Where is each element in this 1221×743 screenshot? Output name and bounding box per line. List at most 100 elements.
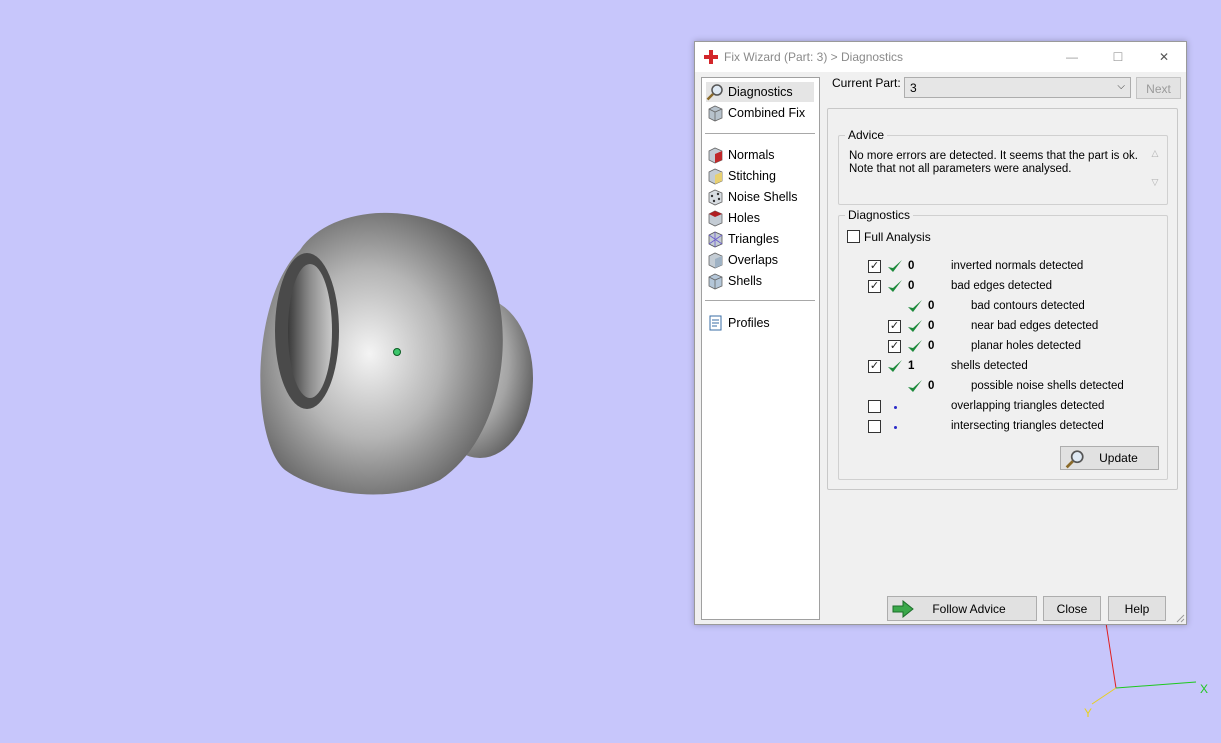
axis-x-label: X <box>1200 682 1209 696</box>
update-button[interactable]: Update <box>1060 446 1159 470</box>
close-button[interactable]: Close <box>1043 596 1101 621</box>
near-bad-edges-label: near bad edges detected <box>971 320 1099 332</box>
advice-group: Advice No more errors are detected. It s… <box>838 128 1168 205</box>
diagnostics-title: Diagnostics <box>845 208 914 222</box>
holes-icon <box>708 210 723 227</box>
triangles-icon <box>708 231 723 248</box>
axis-triad-svg <box>1091 622 1197 705</box>
dialog-title: Fix Wizard (Part: 3) > Diagnostics <box>724 50 904 64</box>
green-check-icon <box>888 280 902 292</box>
model-pivot-point <box>393 348 401 356</box>
nav-item-overlaps[interactable]: Overlaps <box>706 250 814 270</box>
advice-line: Note that not all parameters were analys… <box>849 163 1072 175</box>
noise-shells-count: 0 <box>928 380 935 392</box>
planar-holes-label: planar holes detected <box>971 340 1081 352</box>
advice-scrollbar[interactable]: △ ▽ <box>1148 148 1162 198</box>
near-bad-edges-checkbox[interactable]: ✓ <box>888 320 901 333</box>
bad-contours-label: bad contours detected <box>971 300 1085 312</box>
shells-checkbox[interactable]: ✓ <box>868 360 881 373</box>
overlapping-triangles-checkbox[interactable] <box>868 400 881 413</box>
maximize-icon: ☐ <box>1112 50 1124 64</box>
nav-item-label: Stitching <box>728 169 776 183</box>
scroll-down-icon[interactable]: ▽ <box>1148 177 1162 188</box>
axis-triad: X Y <box>1078 618 1218 731</box>
minimize-icon: — <box>1066 50 1078 64</box>
bad-edges-count: 0 <box>908 280 915 292</box>
nav-item-label: Holes <box>728 211 760 225</box>
current-part-select[interactable]: 3 ⌵ <box>904 77 1131 98</box>
shells-count: 1 <box>908 360 915 372</box>
planar-holes-checkbox[interactable]: ✓ <box>888 340 901 353</box>
nav-item-label: Diagnostics <box>728 85 793 99</box>
nav-item-label: Triangles <box>728 232 779 246</box>
advice-text: No more errors are detected. It seems th… <box>849 150 1149 176</box>
maximize-button[interactable]: ☐ <box>1095 42 1141 72</box>
noise-shells-icon <box>708 189 723 206</box>
bad-contours-count: 0 <box>928 300 935 312</box>
dialog-titlebar[interactable]: Fix Wizard (Part: 3) > Diagnostics — ☐ ✕ <box>695 42 1186 72</box>
axis-y-label: Y <box>1084 706 1093 720</box>
magnifier-icon <box>1065 450 1084 469</box>
planar-holes-count: 0 <box>928 340 935 352</box>
nav-item-normals[interactable]: Normals <box>706 145 814 165</box>
inverted-normals-checkbox[interactable]: ✓ <box>868 260 881 273</box>
full-analysis-checkbox[interactable] <box>847 230 860 243</box>
part-3d-model[interactable] <box>0 0 600 560</box>
nav-item-label: Normals <box>728 148 775 162</box>
stitching-icon <box>708 168 723 185</box>
overlapping-triangles-label: overlapping triangles detected <box>951 400 1105 412</box>
minimize-button[interactable]: — <box>1049 42 1095 72</box>
magnifier-icon <box>706 84 723 101</box>
nav-item-triangles[interactable]: Triangles <box>706 229 814 249</box>
current-part-value: 3 <box>910 81 917 95</box>
green-check-icon <box>908 380 922 392</box>
update-label: Update <box>1099 451 1138 465</box>
profiles-icon <box>709 315 722 331</box>
resize-grip-icon[interactable] <box>1175 613 1185 623</box>
green-check-icon <box>908 320 922 332</box>
full-analysis-label[interactable]: Full Analysis <box>864 230 931 244</box>
current-part-label: Current Part: <box>832 76 901 90</box>
normals-icon <box>708 147 723 164</box>
nav-item-stitching[interactable]: Stitching <box>706 166 814 186</box>
diagnostics-panel: Advice No more errors are detected. It s… <box>827 108 1178 490</box>
green-check-icon <box>908 340 922 352</box>
model-opening-inner <box>288 264 332 398</box>
chevron-down-icon: ⌵ <box>1117 81 1125 92</box>
noise-shells-label: possible noise shells detected <box>971 380 1124 392</box>
window-close-button[interactable]: ✕ <box>1141 42 1187 72</box>
wizard-nav: Diagnostics Combined Fix Normals Stitchi… <box>701 77 820 620</box>
nav-item-label: Overlaps <box>728 253 779 267</box>
nav-item-shells[interactable]: Shells <box>706 271 814 291</box>
nav-item-label: Combined Fix <box>728 106 806 120</box>
inverted-normals-label: inverted normals detected <box>951 260 1084 272</box>
diagnostics-group: Diagnostics Full Analysis ✓ 0 inverted n… <box>838 208 1168 480</box>
follow-advice-button[interactable]: Follow Advice <box>887 596 1037 621</box>
red-cross-icon <box>704 50 718 64</box>
nav-item-noise-shells[interactable]: Noise Shells <box>706 187 814 207</box>
intersecting-triangles-checkbox[interactable] <box>868 420 881 433</box>
nav-divider <box>705 133 815 134</box>
intersecting-triangles-label: intersecting triangles detected <box>951 420 1104 432</box>
advice-line: No more errors are detected. It seems th… <box>849 150 1138 162</box>
green-arrow-icon <box>892 600 914 618</box>
nav-item-diagnostics[interactable]: Diagnostics <box>706 82 814 102</box>
fix-wizard-dialog: Fix Wizard (Part: 3) > Diagnostics — ☐ ✕… <box>694 41 1187 625</box>
follow-advice-label: Follow Advice <box>932 601 1006 616</box>
overlaps-icon <box>708 252 723 269</box>
bad-edges-checkbox[interactable]: ✓ <box>868 280 881 293</box>
next-button[interactable]: Next <box>1136 77 1181 99</box>
green-check-icon <box>908 300 922 312</box>
nav-item-holes[interactable]: Holes <box>706 208 814 228</box>
scroll-up-icon[interactable]: △ <box>1148 148 1162 159</box>
nav-item-label: Profiles <box>728 316 770 330</box>
inverted-normals-count: 0 <box>908 260 915 272</box>
combined-fix-icon <box>708 105 723 122</box>
advice-title: Advice <box>845 128 888 142</box>
bad-edges-label: bad edges detected <box>951 280 1053 292</box>
green-check-icon <box>888 260 902 272</box>
nav-item-profiles[interactable]: Profiles <box>706 313 814 333</box>
help-button[interactable]: Help <box>1108 596 1166 621</box>
shells-icon <box>708 273 723 290</box>
nav-item-combined-fix[interactable]: Combined Fix <box>706 103 814 123</box>
